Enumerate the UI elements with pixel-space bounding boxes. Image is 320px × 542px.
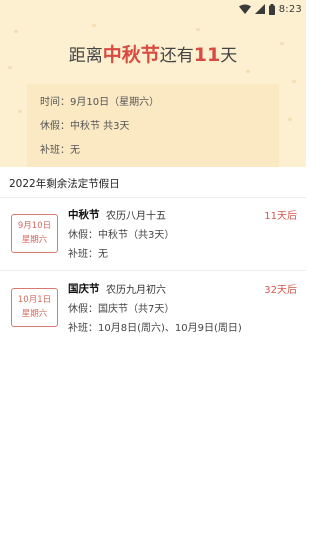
holiday-vacation: 休假：中秋节（共3天） <box>68 226 174 241</box>
countdown-banner: 距离中秋节还有11天 时间：9月10日（星期六） 休假：中秋节 共3天 补班：无 <box>0 18 306 167</box>
detail-makeup: 补班：无 <box>40 141 80 156</box>
title-holiday: 中秋节 <box>102 44 160 66</box>
countdown-details-card: 时间：9月10日（星期六） 休假：中秋节 共3天 补班：无 <box>27 84 279 167</box>
holiday-list-item[interactable]: 9月10日 星期六 中秋节 农历八月十五 11天后 休假：中秋节（共3天） 补班… <box>0 198 306 268</box>
holiday-makeup: 补班：10月8日(周六)、10月9日(周日) <box>68 319 242 334</box>
date-badge-weekday: 星期六 <box>21 235 48 245</box>
detail-vacation-label: 休假： <box>40 121 70 132</box>
holiday-lunar-date: 农历九月初六 <box>106 285 166 296</box>
status-bar: 8:23 <box>0 0 306 18</box>
date-badge: 10月1日 星期六 <box>11 288 58 327</box>
vacation-label: 休假： <box>68 230 98 241</box>
divider <box>0 270 306 271</box>
title-days: 11 <box>193 44 221 66</box>
makeup-label: 补班： <box>68 249 98 260</box>
days-left: 11天后 <box>264 211 297 222</box>
date-badge-date: 9月10日 <box>17 221 52 231</box>
holiday-makeup: 补班：无 <box>68 245 108 260</box>
decor-dot <box>196 28 200 31</box>
makeup-label: 补班： <box>68 323 98 334</box>
holiday-name: 中秋节 <box>68 209 100 221</box>
title-prefix: 距离 <box>68 46 103 66</box>
detail-time-label: 时间： <box>40 97 70 108</box>
detail-vacation: 休假：中秋节 共3天 <box>40 117 130 132</box>
date-badge-date: 10月1日 <box>17 295 52 305</box>
holiday-list-item[interactable]: 10月1日 星期六 国庆节 农历九月初六 32天后 休假：国庆节（共7天） 补班… <box>0 272 306 342</box>
status-icons: 8:23 <box>238 2 302 16</box>
section-title: 2022年剩余法定节假日 <box>9 178 120 190</box>
vacation-label: 休假： <box>68 304 98 315</box>
status-time: 8:23 <box>278 3 302 15</box>
makeup-value: 无 <box>98 249 108 260</box>
wifi-icon <box>238 4 251 14</box>
holiday-lunar-date: 农历八月十五 <box>106 211 166 222</box>
vacation-value: 国庆节（共7天） <box>98 304 175 315</box>
title-mid: 还有 <box>159 46 194 66</box>
decor-dot <box>288 118 292 121</box>
signal-icon <box>254 4 265 14</box>
detail-makeup-value: 无 <box>70 145 80 156</box>
makeup-value: 10月8日(周六)、10月9日(周日) <box>98 323 242 334</box>
date-badge: 9月10日 星期六 <box>11 214 58 253</box>
vacation-value: 中秋节（共3天） <box>98 230 175 241</box>
title-suffix: 天 <box>220 46 238 66</box>
decor-dot <box>246 70 250 73</box>
detail-time: 时间：9月10日（星期六） <box>40 93 159 108</box>
decor-dot <box>14 30 18 33</box>
decor-dot <box>18 110 22 113</box>
detail-vacation-value: 中秋节 共3天 <box>70 121 130 132</box>
countdown-title: 距离中秋节还有11天 <box>0 40 306 67</box>
decor-dot <box>292 80 296 83</box>
date-badge-weekday: 星期六 <box>21 309 48 319</box>
holiday-name: 国庆节 <box>68 283 100 295</box>
days-left: 32天后 <box>264 285 297 296</box>
detail-makeup-label: 补班： <box>40 145 70 156</box>
detail-time-value: 9月10日（星期六） <box>70 97 160 108</box>
decor-dot <box>92 24 96 27</box>
battery-icon <box>268 3 275 15</box>
holiday-vacation: 休假：国庆节（共7天） <box>68 300 174 315</box>
